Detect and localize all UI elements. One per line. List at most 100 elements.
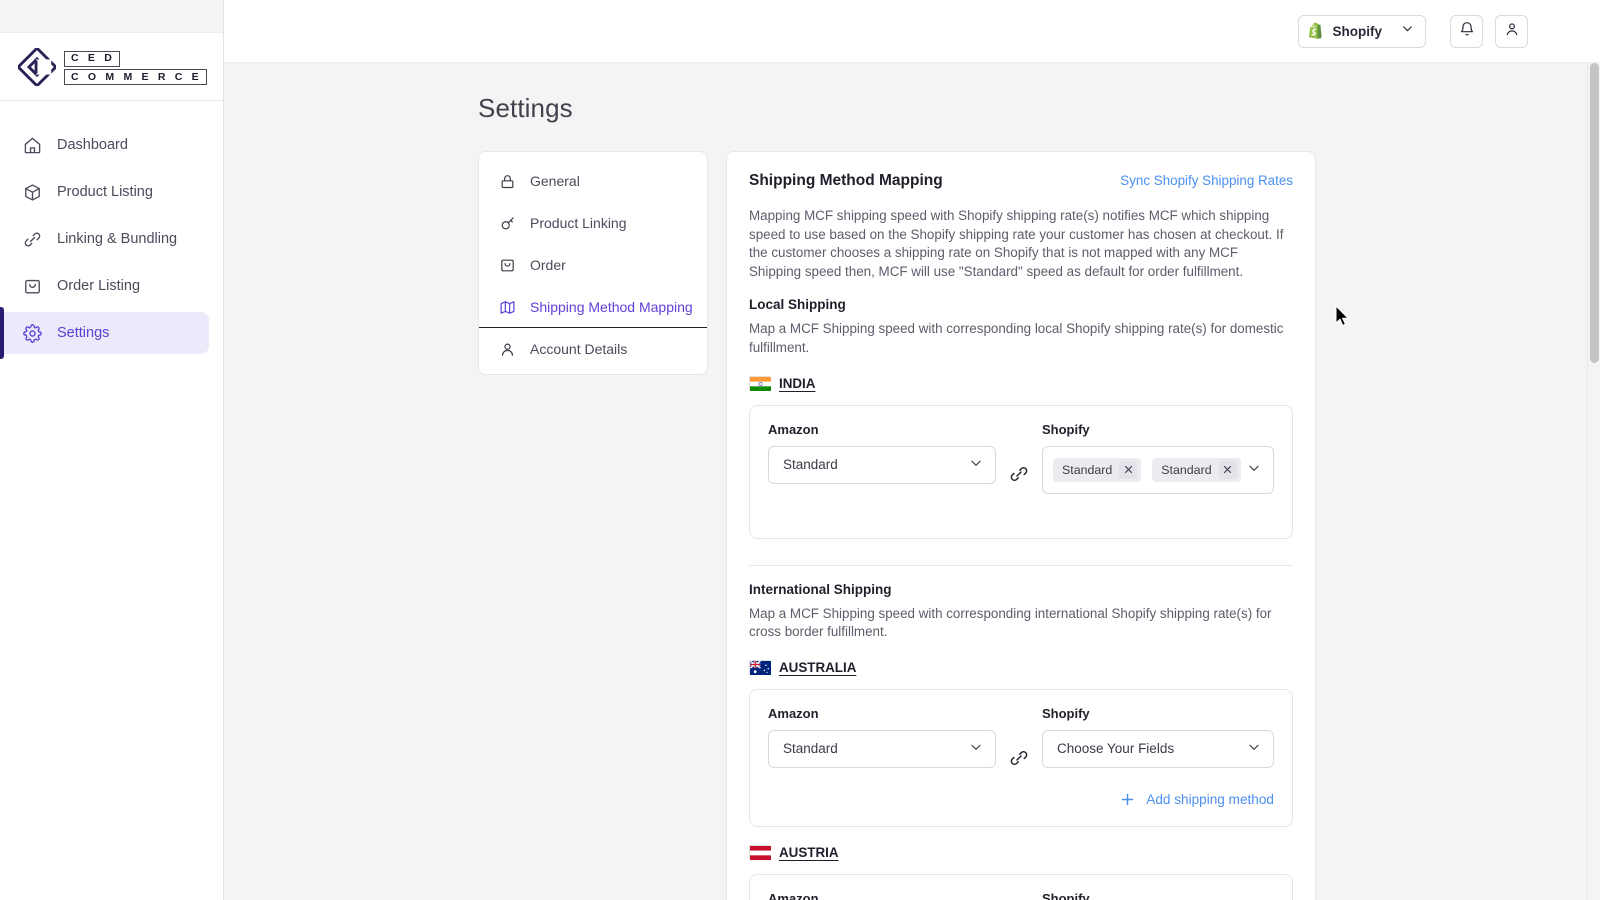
amazon-column: Amazon — [768, 891, 996, 900]
subnav-item-label: Account Details — [530, 341, 628, 357]
panel-description: Mapping MCF shipping speed with Shopify … — [749, 208, 1284, 279]
mapping-grid: Amazon Standard — [768, 422, 1274, 494]
logo-line-1: C E D — [64, 50, 121, 67]
sidebar-item-settings[interactable]: Settings — [0, 307, 209, 359]
notifications-button[interactable] — [1450, 14, 1483, 48]
sidebar-item-label: Dashboard — [57, 137, 128, 153]
settings-content: General Product Linking Order Shipping M… — [478, 151, 1600, 900]
country-row-austria: AUSTRIA — [749, 845, 1293, 861]
amazon-label: Amazon — [768, 705, 819, 721]
remove-tag-icon[interactable] — [1119, 460, 1138, 479]
subnav-item-label: Order — [530, 257, 566, 273]
person-icon — [497, 339, 517, 359]
flag-india-icon — [749, 376, 771, 392]
add-shipping-method-label: Add shipping method — [1146, 791, 1274, 807]
country-link-austria[interactable]: AUSTRIA — [779, 845, 839, 860]
sidebar-item-product-listing[interactable]: Product Listing — [0, 171, 209, 213]
home-icon — [22, 135, 43, 156]
flag-australia-icon — [749, 660, 771, 676]
shopify-column: Shopify Standard Standard — [1042, 422, 1274, 494]
amazon-speed-value: Standard — [783, 741, 838, 757]
cedcommerce-logo-icon — [16, 45, 58, 88]
country-row-india: INDIA — [749, 376, 1293, 392]
country-link-india[interactable]: INDIA — [779, 376, 815, 391]
chevron-down-icon — [1401, 22, 1414, 40]
subnav-item-label: Shipping Method Mapping — [530, 299, 693, 315]
shopify-label: Shopify — [1042, 705, 1090, 721]
amazon-speed-select[interactable]: Standard — [768, 445, 996, 484]
sidebar-item-label: Settings — [57, 325, 110, 341]
top-bar: Shopify — [224, 0, 1600, 63]
amazon-column: Amazon Standard — [768, 706, 996, 768]
link-icon — [1009, 464, 1029, 489]
chevron-down-icon — [1247, 740, 1261, 757]
logo-wordmark: C E D C O M M E R C E — [64, 48, 207, 85]
mapping-grid: Amazon Shopify — [768, 891, 1274, 900]
store-name-label: Shopify — [1332, 23, 1383, 39]
international-shipping-title: International Shipping — [749, 581, 892, 597]
content-scroll-region: Settings General Product Linking Order S… — [224, 63, 1600, 900]
subnav-item-account-details[interactable]: Account Details — [479, 328, 707, 370]
mapping-card-india: Amazon Standard Shopify Standard Standar… — [749, 404, 1293, 539]
scrollbar-thumb[interactable] — [1590, 63, 1599, 363]
selected-rate-tags: Standard Standard — [1053, 457, 1241, 482]
link-icon — [1009, 748, 1029, 773]
flag-austria-icon — [749, 845, 771, 861]
subnav-item-product-linking[interactable]: Product Linking — [479, 202, 707, 244]
rate-tag: Standard — [1152, 457, 1241, 482]
shopify-rates-select[interactable]: Choose Your Fields — [1042, 729, 1274, 768]
chevron-down-icon — [969, 456, 983, 473]
rate-tag-label: Standard — [1161, 462, 1212, 477]
chevron-down-icon — [969, 740, 983, 757]
remove-tag-icon[interactable] — [1218, 460, 1237, 479]
sidebar-item-label: Order Listing — [57, 278, 141, 294]
amazon-column: Amazon Standard — [768, 422, 996, 484]
sync-shopify-shipping-rates-link[interactable]: Sync Shopify Shipping Rates — [1120, 173, 1293, 188]
chevron-down-icon — [1247, 461, 1261, 478]
country-link-australia[interactable]: AUSTRALIA — [779, 660, 856, 675]
local-shipping-description: Map a MCF Shipping speed with correspond… — [749, 321, 1284, 355]
sidebar-item-dashboard[interactable]: Dashboard — [0, 124, 209, 166]
subnav-item-shipping-method-mapping[interactable]: Shipping Method Mapping — [479, 286, 707, 328]
shopify-label: Shopify — [1042, 421, 1090, 437]
bell-icon — [1459, 21, 1475, 42]
user-icon — [1504, 21, 1520, 42]
settings-subnav: General Product Linking Order Shipping M… — [478, 151, 708, 375]
shopify-rates-multiselect[interactable]: Standard Standard — [1042, 445, 1274, 494]
link-column — [996, 422, 1042, 489]
card-actions: Add shipping method — [768, 791, 1274, 808]
amazon-speed-select[interactable]: Standard — [768, 729, 996, 768]
rate-tag: Standard — [1053, 457, 1142, 482]
shopify-rates-placeholder: Choose Your Fields — [1057, 741, 1175, 757]
vertical-scrollbar[interactable] — [1587, 63, 1600, 900]
amazon-speed-value: Standard — [783, 457, 838, 473]
shopify-column: Shopify — [1042, 891, 1274, 900]
map-icon — [497, 297, 517, 317]
logo-line-2: C O M M E R C E — [64, 69, 207, 85]
subnav-item-general[interactable]: General — [479, 160, 707, 202]
app-root: C E D C O M M E R C E Dashboard Product … — [0, 0, 1600, 900]
international-shipping-description: Map a MCF Shipping speed with correspond… — [749, 605, 1272, 640]
main-sidebar: C E D C O M M E R C E Dashboard Product … — [0, 0, 224, 900]
sidebar-item-label: Linking & Bundling — [57, 231, 178, 247]
sidebar-top-strip — [0, 0, 223, 33]
main-area: Shopify Settings General Product Linking… — [224, 0, 1600, 900]
local-shipping-title: Local Shipping — [749, 297, 846, 313]
app-logo[interactable]: C E D C O M M E R C E — [0, 33, 223, 101]
page-title: Settings — [478, 93, 573, 123]
primary-nav: Dashboard Product Listing Linking & Bund… — [0, 101, 223, 359]
subnav-item-label: General — [530, 173, 580, 189]
add-shipping-method-button[interactable]: Add shipping method — [1119, 791, 1274, 808]
lock-icon — [497, 171, 517, 191]
sidebar-item-order-listing[interactable]: Order Listing — [0, 265, 209, 307]
subnav-item-order[interactable]: Order — [479, 244, 707, 286]
rate-tag-label: Standard — [1062, 462, 1113, 477]
shipping-method-mapping-panel: Shipping Method Mapping Sync Shopify Shi… — [726, 151, 1316, 900]
store-switcher[interactable]: Shopify — [1297, 14, 1426, 48]
shopify-label: Shopify — [1042, 890, 1090, 900]
amazon-label: Amazon — [768, 890, 819, 900]
subnav-item-label: Product Linking — [530, 215, 627, 231]
key-icon — [497, 213, 517, 233]
sidebar-item-linking-bundling[interactable]: Linking & Bundling — [0, 218, 209, 260]
account-button[interactable] — [1495, 14, 1528, 48]
